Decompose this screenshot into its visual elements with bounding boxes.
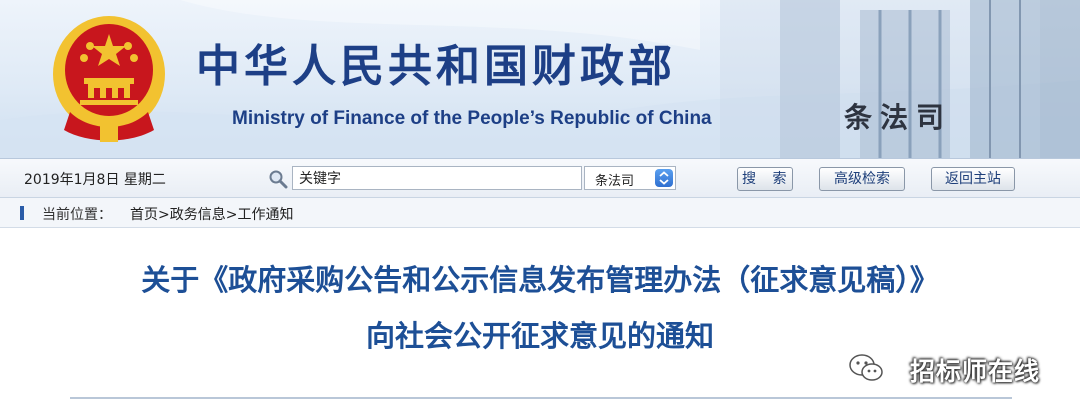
ministry-name-en: Ministry of Finance of the People’s Repu… [232, 108, 712, 129]
breadcrumb-gov-info[interactable]: 政务信息 [170, 207, 226, 223]
breadcrumb-separator: > [225, 207, 238, 223]
department-name: 条法司 [844, 101, 953, 134]
ministry-name-cn: 中华人民共和国财政部 [196, 41, 676, 92]
search-button[interactable]: 搜 索 [737, 167, 793, 191]
title-divider [70, 397, 1012, 399]
search-input[interactable] [292, 166, 582, 190]
watermark-text: 招标师在线 [910, 357, 1041, 386]
national-emblem-icon [53, 16, 165, 142]
article-title: 关于《政府采购公告和公示信息发布管理办法（征求意见稿）》 向社会公开征求意见的通… [40, 252, 1040, 364]
wechat-icon [849, 354, 883, 381]
department-select-value: 条法司 [595, 174, 635, 189]
breadcrumb-work-notice[interactable]: 工作通知 [237, 207, 293, 223]
site-banner: 中华人民共和国财政部 Ministry of Finance of the Pe… [0, 0, 1080, 158]
breadcrumb-trail: 首页>政务信息>工作通知 [130, 204, 293, 224]
article-title-line2: 向社会公开征求意见的通知 [365, 319, 714, 353]
current-date: 2019年1月8日 星期二 [24, 172, 166, 188]
select-arrows-icon [655, 169, 673, 187]
search-toolbar: 2019年1月8日 星期二 条法司 搜 索 高级检索 返回主站 [0, 158, 1080, 198]
breadcrumb-home[interactable]: 首页 [130, 207, 158, 223]
breadcrumb-separator: > [158, 207, 170, 223]
advanced-search-button[interactable]: 高级检索 [819, 167, 905, 191]
breadcrumb-marker [20, 206, 24, 220]
magnifier-icon [269, 170, 288, 189]
department-select[interactable]: 条法司 [584, 166, 676, 190]
breadcrumb: 当前位置： 首页>政务信息>工作通知 [0, 198, 1080, 228]
article-title-line1: 关于《政府采购公告和公示信息发布管理办法（征求意见稿）》 [141, 263, 939, 297]
return-home-button[interactable]: 返回主站 [931, 167, 1015, 191]
breadcrumb-label: 当前位置： [42, 207, 112, 223]
